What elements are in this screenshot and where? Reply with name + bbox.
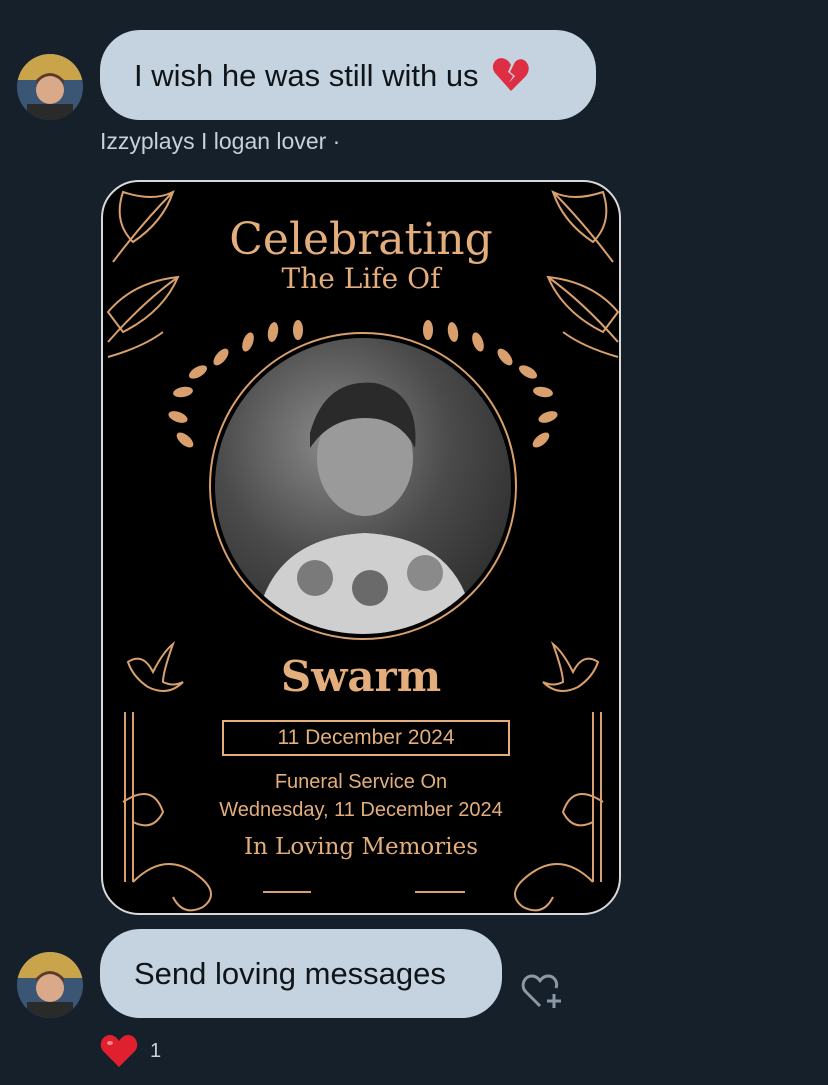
broken-heart-icon <box>492 58 529 91</box>
service-line-2: Wednesday, 11 December 2024 <box>219 799 503 821</box>
sender-name[interactable]: Izzyplays I logan lover · <box>100 128 340 155</box>
message-text: Send loving messages <box>134 956 446 991</box>
memorial-card-image[interactable]: Celebrating The Life Of Swarm 11 Decembe… <box>101 180 621 915</box>
reaction-badge[interactable]: 1 <box>100 1034 161 1068</box>
message-bubble[interactable]: I wish he was still with us <box>100 30 596 120</box>
message-text: I wish he was still with us <box>134 57 479 93</box>
card-name: Swarm <box>280 652 442 701</box>
card-subtitle: The Life Of <box>281 262 441 295</box>
card-title: Celebrating <box>229 214 493 265</box>
card-service-info: Funeral Service On Wednesday, 11 Decembe… <box>103 768 619 824</box>
message-bubble[interactable]: Send loving messages <box>100 929 502 1018</box>
sender-avatar[interactable] <box>17 54 83 120</box>
card-closing: In Loving Memories <box>243 834 479 860</box>
red-heart-icon <box>100 1035 138 1067</box>
sender-avatar[interactable] <box>17 952 83 1018</box>
add-reaction-icon[interactable] <box>520 972 566 1012</box>
portrait-photo <box>215 338 511 634</box>
service-line-1: Funeral Service On <box>274 771 448 793</box>
reaction-count: 1 <box>150 1039 162 1062</box>
card-date: 11 December 2024 <box>222 720 510 756</box>
